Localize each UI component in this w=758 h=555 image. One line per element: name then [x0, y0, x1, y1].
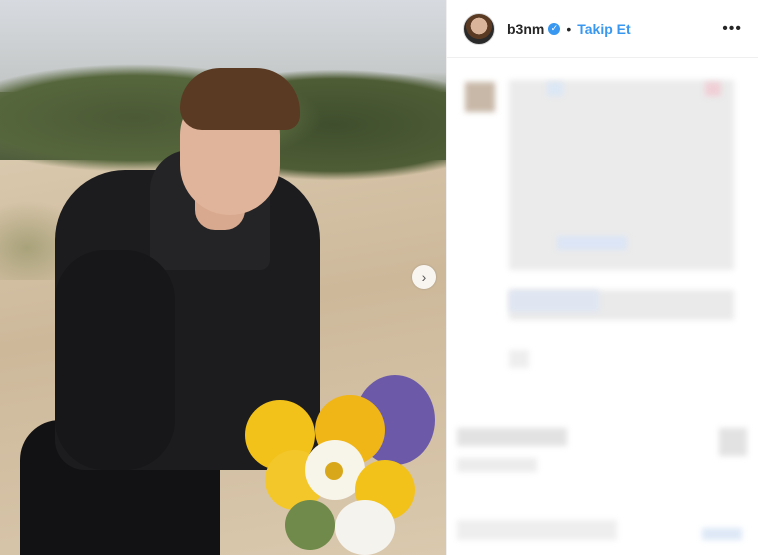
carousel-next-button[interactable]: ›	[412, 265, 436, 289]
post-header: b3nm ✓ • Takip Et •••	[447, 0, 758, 58]
person-hair	[180, 68, 300, 130]
blurred-caption-block	[705, 82, 721, 96]
avatar[interactable]	[463, 12, 495, 45]
blurred-comment	[457, 520, 617, 540]
blurred-comment	[719, 428, 747, 456]
username-link[interactable]: b3nm	[507, 21, 544, 37]
blurred-caption-block	[547, 82, 563, 96]
blurred-comment	[457, 458, 537, 472]
instagram-post: › b3nm ✓ • Takip Et •••	[0, 0, 758, 555]
person-arm	[55, 250, 175, 470]
follow-button[interactable]: Takip Et	[577, 21, 630, 37]
blurred-caption-block	[557, 236, 627, 250]
flower-bouquet	[225, 370, 445, 555]
blurred-avatar	[465, 82, 495, 112]
post-side-panel: b3nm ✓ • Takip Et •••	[446, 0, 758, 555]
blurred-caption-block	[509, 290, 599, 312]
chevron-right-icon: ›	[421, 269, 427, 285]
verified-badge-icon: ✓	[548, 22, 561, 35]
blurred-caption-block	[509, 350, 529, 368]
more-options-icon[interactable]: •••	[722, 20, 742, 38]
separator-dot: •	[566, 20, 572, 37]
blurred-comment	[702, 528, 742, 540]
blurred-comment	[457, 428, 567, 446]
post-photo[interactable]: ›	[0, 0, 446, 555]
